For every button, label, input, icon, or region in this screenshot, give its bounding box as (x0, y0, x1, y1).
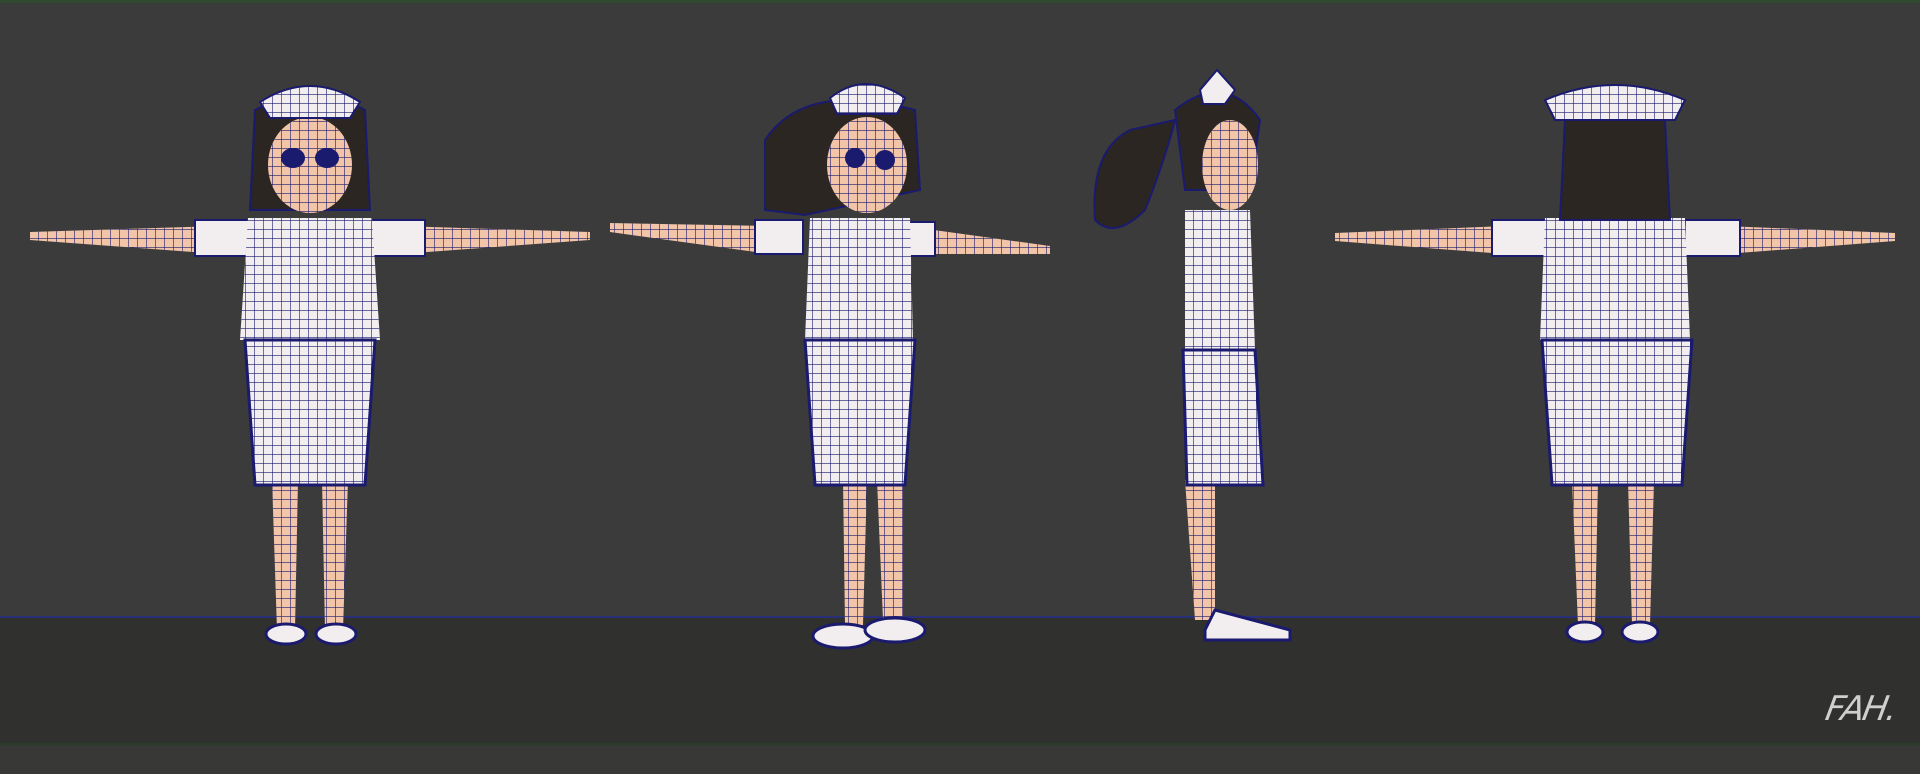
character-front-view (20, 40, 600, 740)
character-three-quarter-view (605, 40, 1055, 740)
character-side-view (1085, 40, 1325, 740)
character-back-view (1330, 40, 1900, 740)
3d-viewport[interactable]: FAH. (0, 0, 1920, 774)
bottom-band (0, 745, 1920, 774)
watermark-text: FAH. (1822, 689, 1899, 729)
character-three-quarter-wireframe (610, 83, 1050, 650)
character-back-wireframe (1335, 84, 1895, 644)
character-front-wireframe (30, 85, 590, 646)
character-side-wireframe (1093, 68, 1292, 642)
watermark-logo: FAH. (1822, 688, 1898, 730)
